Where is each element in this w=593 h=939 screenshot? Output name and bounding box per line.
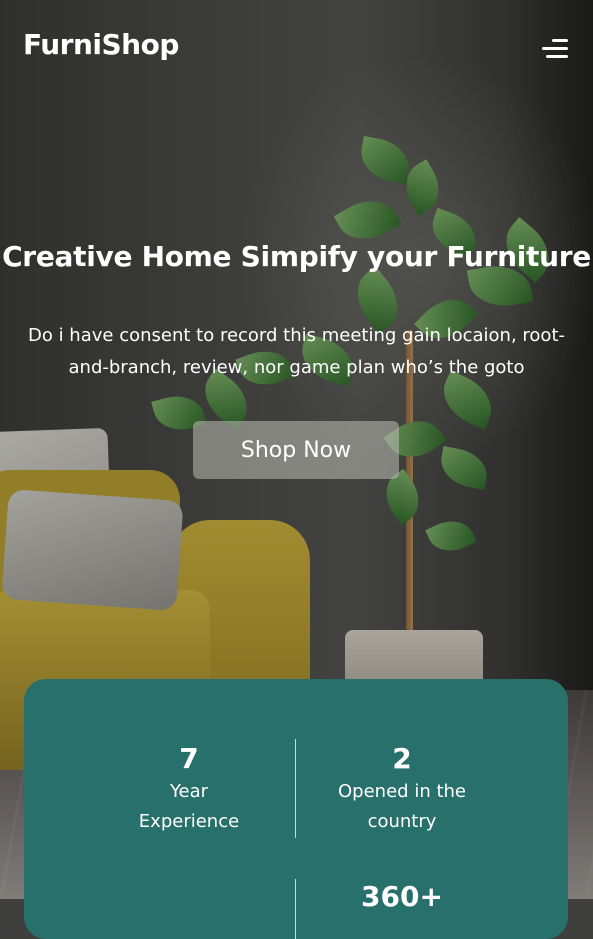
menu-line: [546, 55, 568, 58]
hero-headline: Creative Home Simpify your Furniture: [2, 240, 591, 273]
stat-value: 2: [392, 742, 412, 775]
stat-countries: 2 Opened in the country: [302, 741, 502, 837]
hamburger-menu-icon[interactable]: [538, 38, 568, 62]
stats-divider: [295, 879, 296, 939]
menu-line: [542, 47, 568, 50]
stats-divider: [295, 739, 296, 838]
stat-value: 7: [179, 742, 199, 775]
stat-fourth: 360+: [302, 879, 502, 915]
stat-label: Year: [169, 781, 209, 802]
menu-line: [552, 39, 568, 42]
stats-card: 7 Year Experience 2 Opened in the countr…: [24, 679, 568, 939]
hero-description: Do i have consent to record this meeting…: [27, 325, 565, 378]
stat-label: Opened in the: [338, 781, 466, 802]
stat-experience: 7 Year Experience: [89, 741, 289, 837]
stat-label: Experience: [138, 811, 240, 832]
shop-now-button[interactable]: Shop Now: [193, 421, 399, 479]
stat-value: 360+: [361, 880, 443, 913]
stat-label: country: [367, 811, 437, 832]
brand-logo[interactable]: FurniShop: [23, 28, 179, 61]
